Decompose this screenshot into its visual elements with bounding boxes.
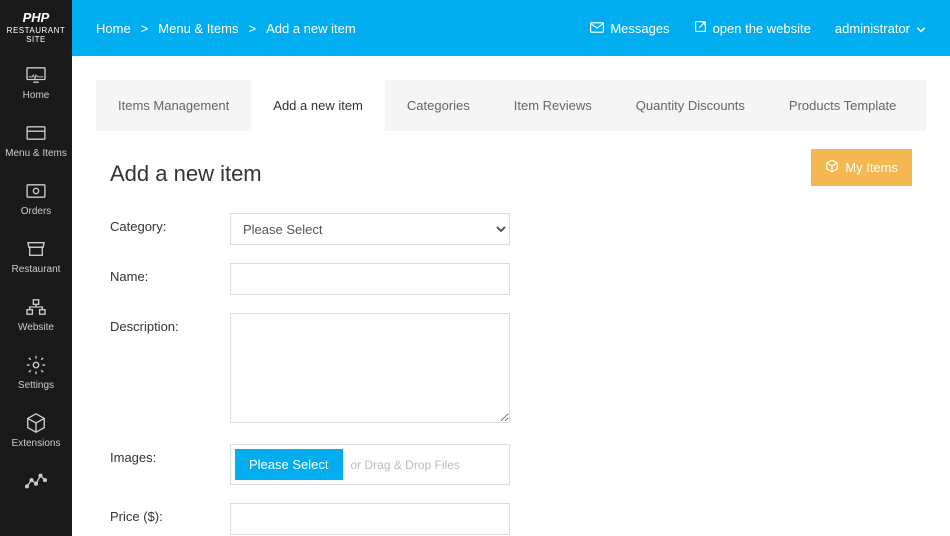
topbar: Home > Menu & Items > Add a new item Mes…	[72, 0, 950, 56]
price-label: Price ($):	[110, 503, 230, 524]
logo: PHP RESTAURANT SITE	[0, 0, 72, 55]
form-row-category: Category: Please Select	[110, 213, 912, 245]
sidebar-item-orders[interactable]: Orders	[0, 171, 72, 229]
mail-icon	[590, 21, 604, 36]
file-hint: or Drag & Drop Files	[351, 458, 460, 472]
breadcrumb-menu-items[interactable]: Menu & Items	[158, 21, 238, 36]
category-label: Category:	[110, 213, 230, 234]
category-select[interactable]: Please Select	[230, 213, 510, 245]
description-label: Description:	[110, 313, 230, 334]
sidebar-item-label: Restaurant	[12, 264, 61, 276]
tab-items-management[interactable]: Items Management	[96, 80, 251, 131]
open-website-link[interactable]: open the website	[694, 20, 811, 36]
sidebar-item-label: Orders	[21, 206, 52, 218]
sidebar-item-label: Home	[23, 90, 50, 102]
breadcrumb-sep: >	[141, 21, 149, 36]
sidebar-item-menu-items[interactable]: Menu & Items	[0, 113, 72, 171]
open-website-label: open the website	[713, 21, 811, 36]
breadcrumb-current[interactable]: Add a new item	[266, 21, 356, 36]
name-label: Name:	[110, 263, 230, 284]
file-select-button[interactable]: Please Select	[235, 449, 343, 480]
breadcrumb-sep: >	[248, 21, 256, 36]
sidebar-item-restaurant[interactable]: Restaurant	[0, 229, 72, 287]
form-row-description: Description:	[110, 313, 912, 426]
money-icon	[25, 182, 47, 200]
messages-link[interactable]: Messages	[590, 21, 669, 36]
name-input[interactable]	[230, 263, 510, 295]
sidebar-item-label: Settings	[18, 380, 54, 392]
chevron-down-icon	[916, 21, 926, 36]
chart-icon	[25, 472, 47, 490]
tabs: Items Management Add a new item Categori…	[96, 80, 926, 131]
sidebar: PHP RESTAURANT SITE Home Menu & Items Or…	[0, 0, 72, 536]
form-row-name: Name:	[110, 263, 912, 295]
page-body: My Items Add a new item Category: Please…	[96, 131, 926, 536]
sidebar-item-label: Menu & Items	[5, 148, 67, 160]
form-row-price: Price ($):	[110, 503, 912, 535]
card-icon	[25, 124, 47, 142]
monitor-icon	[25, 66, 47, 84]
tab-add-new-item[interactable]: Add a new item	[251, 80, 385, 131]
content: Items Management Add a new item Categori…	[72, 56, 950, 536]
tab-products-template[interactable]: Products Template	[767, 80, 918, 131]
images-label: Images:	[110, 444, 230, 465]
store-icon	[25, 240, 47, 258]
breadcrumb: Home > Menu & Items > Add a new item	[96, 21, 356, 36]
sidebar-item-home[interactable]: Home	[0, 55, 72, 113]
file-drop-area[interactable]: Please Select or Drag & Drop Files	[230, 444, 510, 485]
form-row-images: Images: Please Select or Drag & Drop Fil…	[110, 444, 912, 485]
sidebar-item-label: Website	[18, 322, 54, 334]
external-icon	[694, 20, 707, 36]
sidebar-item-extensions[interactable]: Extensions	[0, 403, 72, 461]
description-textarea[interactable]	[230, 313, 510, 423]
my-items-button[interactable]: My Items	[811, 149, 912, 186]
my-items-label: My Items	[845, 160, 898, 175]
cube-icon	[825, 159, 839, 176]
sidebar-item-label: Extensions	[12, 438, 61, 450]
logo-subtitle: RESTAURANT SITE	[4, 26, 68, 45]
tab-item-reviews[interactable]: Item Reviews	[492, 80, 614, 131]
breadcrumb-home[interactable]: Home	[96, 21, 131, 36]
page-title: Add a new item	[110, 161, 912, 187]
user-label: administrator	[835, 21, 910, 36]
price-input[interactable]	[230, 503, 510, 535]
gear-icon	[25, 356, 47, 374]
logo-title: PHP	[4, 10, 68, 26]
messages-label: Messages	[610, 21, 669, 36]
sidebar-item-settings[interactable]: Settings	[0, 345, 72, 403]
sitemap-icon	[25, 298, 47, 316]
cube-icon	[25, 414, 47, 432]
topbar-right: Messages open the website administrator	[590, 20, 926, 36]
tab-categories[interactable]: Categories	[385, 80, 492, 131]
user-menu[interactable]: administrator	[835, 21, 926, 36]
sidebar-item-website[interactable]: Website	[0, 287, 72, 345]
sidebar-item-stats[interactable]	[0, 461, 72, 507]
tab-quantity-discounts[interactable]: Quantity Discounts	[614, 80, 767, 131]
